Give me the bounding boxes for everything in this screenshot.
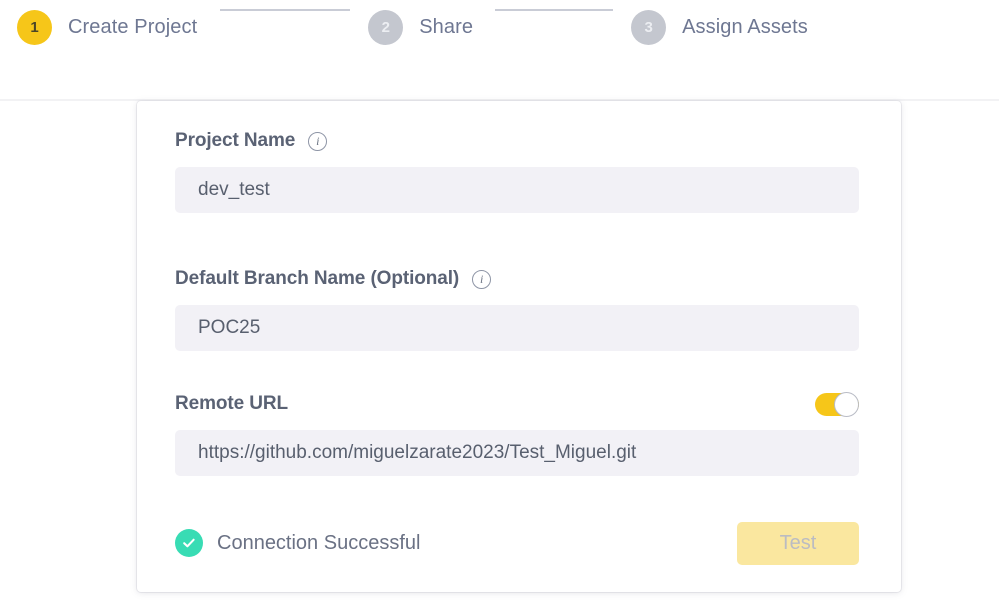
step-badge-3: 3: [631, 9, 667, 45]
step-label-create-project: Create Project: [68, 15, 198, 38]
remote-url-toggle[interactable]: [815, 391, 859, 417]
toggle-knob: [834, 391, 859, 417]
project-wizard-stepper: 1 Create Project 2 Share 3 Assign Assets: [0, 0, 999, 100]
test-connection-button[interactable]: Test: [737, 521, 859, 565]
step-label-share: Share: [419, 15, 474, 38]
step-label-assign-assets: Assign Assets: [682, 15, 808, 38]
default-branch-name-input[interactable]: [175, 305, 859, 351]
field-default-branch-name: Default Branch Name (Optional) i: [175, 266, 859, 351]
project-name-input[interactable]: [175, 167, 859, 213]
check-circle-icon: [175, 529, 203, 557]
step-badge-1: 1: [17, 9, 52, 45]
connection-status-row: Connection Successful Test: [175, 521, 859, 565]
project-name-label: Project Name: [175, 130, 296, 151]
info-icon[interactable]: i: [308, 131, 328, 151]
stepper-step-assign-assets[interactable]: 3 Assign Assets: [631, 9, 808, 45]
stepper-step-create-project[interactable]: 1 Create Project: [17, 9, 197, 45]
info-icon[interactable]: i: [472, 269, 492, 289]
default-branch-name-label: Default Branch Name (Optional): [175, 268, 460, 289]
field-label-row-default-branch: Default Branch Name (Optional) i: [175, 266, 859, 292]
step-badge-2: 2: [368, 9, 404, 45]
field-label-row-project-name: Project Name i: [175, 128, 859, 154]
stepper-connector-2: [495, 9, 614, 11]
field-project-name: Project Name i: [175, 128, 859, 213]
connection-status-text: Connection Successful: [217, 531, 421, 554]
stepper-step-share[interactable]: 2 Share: [368, 9, 473, 45]
stepper-connector-1: [220, 9, 351, 11]
create-project-card: Project Name i Default Branch Name (Opti…: [137, 101, 901, 592]
remote-url-label: Remote URL: [175, 393, 289, 414]
field-remote-url: Remote URL: [175, 391, 859, 476]
field-label-row-remote-url: Remote URL: [175, 391, 859, 417]
remote-url-input[interactable]: [175, 430, 859, 476]
